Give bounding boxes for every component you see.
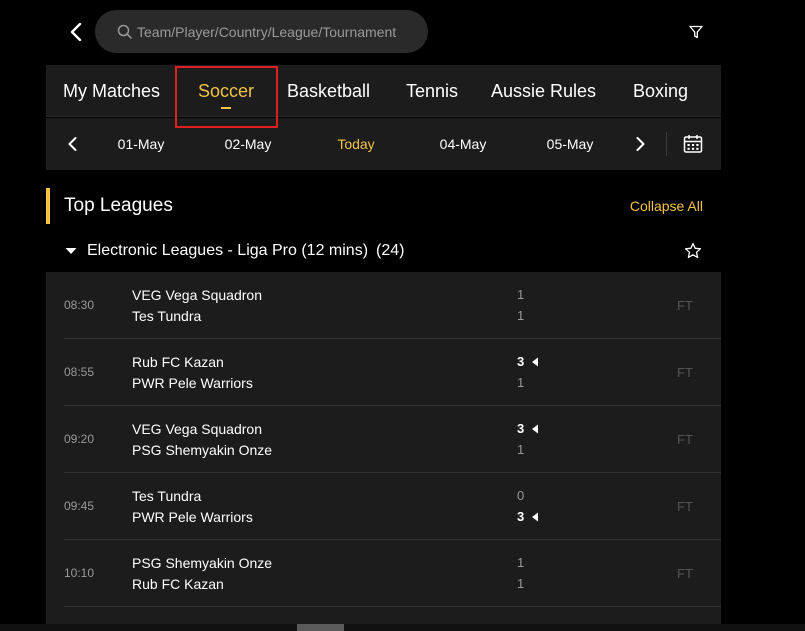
team-away: PWR Pele Warriors — [132, 509, 253, 525]
chevron-right-icon — [636, 137, 644, 151]
tab-my-matches[interactable]: My Matches — [63, 65, 160, 117]
active-tab-indicator — [221, 107, 232, 109]
date-item[interactable]: 05-May — [535, 118, 605, 170]
match-status: FT — [677, 432, 693, 447]
tab-tennis[interactable]: Tennis — [406, 65, 458, 117]
tab-basketball[interactable]: Basketball — [287, 65, 370, 117]
back-button[interactable] — [64, 18, 88, 46]
match-row[interactable]: 09:20 VEG Vega Squadron PSG Shemyakin On… — [46, 406, 721, 473]
league-match-count: (24) — [376, 242, 405, 259]
page: My Matches Soccer Basketball Tennis Auss… — [0, 0, 805, 631]
calendar-icon — [683, 135, 703, 153]
date-next-button[interactable] — [629, 132, 651, 156]
match-row[interactable]: 08:30 VEG Vega Squadron Tes Tundra 1 1 F… — [46, 272, 721, 339]
scrollbar-thumb[interactable] — [297, 624, 344, 631]
tab-boxing[interactable]: Boxing — [633, 65, 688, 117]
score-home: 3 — [517, 421, 525, 436]
collapse-all-link[interactable]: Collapse All — [630, 198, 703, 214]
team-away: PWR Pele Warriors — [132, 375, 253, 391]
match-time: 08:55 — [64, 365, 95, 379]
match-status: FT — [677, 499, 693, 514]
date-item[interactable]: 01-May — [106, 118, 176, 170]
main-panel: My Matches Soccer Basketball Tennis Auss… — [46, 65, 721, 631]
league-header[interactable]: Electronic Leagues - Liga Pro (12 mins) (… — [46, 233, 721, 271]
score-away: 3 — [517, 509, 525, 524]
score-away: 1 — [517, 308, 525, 323]
team-home: VEG Vega Squadron — [132, 421, 262, 437]
match-status: FT — [677, 566, 693, 581]
score-home: 1 — [517, 287, 525, 302]
team-home: PSG Shemyakin Onze — [132, 555, 273, 571]
match-list: 08:30 VEG Vega Squadron Tes Tundra 1 1 F… — [46, 272, 721, 631]
date-prev-button[interactable] — [61, 132, 83, 156]
filter-icon — [689, 25, 703, 39]
search-icon — [117, 24, 132, 39]
score-home: 3 — [517, 354, 525, 369]
score-home: 1 — [517, 555, 525, 570]
match-row[interactable]: 10:10 PSG Shemyakin Onze Rub FC Kazan 1 … — [46, 540, 721, 607]
caret-down-icon — [65, 248, 77, 254]
match-row[interactable]: 08:55 Rub FC Kazan PWR Pele Warriors 3 1… — [46, 339, 721, 406]
score-home: 0 — [517, 488, 525, 503]
tab-soccer-label: Soccer — [198, 81, 255, 101]
tab-aussie-rules[interactable]: Aussie Rules — [491, 65, 596, 117]
winner-marker-icon — [532, 512, 538, 522]
calendar-button[interactable] — [682, 133, 704, 155]
chevron-left-icon — [70, 23, 82, 41]
horizontal-scrollbar[interactable] — [0, 624, 805, 631]
chevron-left-icon — [68, 137, 76, 151]
league-title: Electronic Leagues - Liga Pro (12 mins) — [87, 242, 369, 259]
score-away: 1 — [517, 576, 525, 591]
top-leagues-title: Top Leagues — [64, 195, 173, 216]
team-away: PSG Shemyakin Onze — [132, 442, 273, 458]
winner-marker-icon — [532, 424, 538, 434]
sport-tabs: My Matches Soccer Basketball Tennis Auss… — [46, 65, 721, 117]
date-item-today[interactable]: Today — [321, 118, 391, 170]
row-divider — [64, 606, 721, 607]
section-accent-bar — [46, 188, 50, 224]
top-bar — [0, 0, 805, 64]
match-time: 09:45 — [64, 499, 95, 513]
match-time: 10:10 — [64, 566, 95, 580]
match-row[interactable]: 09:45 Tes Tundra PWR Pele Warriors 0 3 F… — [46, 473, 721, 540]
date-item[interactable]: 02-May — [213, 118, 283, 170]
team-away: Rub FC Kazan — [132, 576, 224, 592]
search-input[interactable] — [137, 23, 427, 40]
date-item[interactable]: 04-May — [428, 118, 498, 170]
search-box[interactable] — [95, 10, 428, 53]
top-leagues-header: Top Leagues Collapse All — [46, 187, 721, 225]
team-away: Tes Tundra — [132, 308, 202, 324]
date-bar: 01-May 02-May Today 04-May 05-May — [46, 118, 721, 170]
filter-button[interactable] — [684, 20, 708, 44]
star-icon[interactable] — [684, 242, 702, 260]
match-status: FT — [677, 365, 693, 380]
league-name: Electronic Leagues - Liga Pro (12 mins) (… — [87, 242, 404, 260]
score-away: 1 — [517, 442, 525, 457]
match-time: 08:30 — [64, 298, 95, 312]
match-time: 09:20 — [64, 432, 95, 446]
score-away: 1 — [517, 375, 525, 390]
team-home: VEG Vega Squadron — [132, 287, 262, 303]
winner-marker-icon — [532, 357, 538, 367]
tab-soccer[interactable]: Soccer — [198, 65, 254, 117]
team-home: Tes Tundra — [132, 488, 202, 504]
team-home: Rub FC Kazan — [132, 354, 224, 370]
match-status: FT — [677, 298, 693, 313]
date-divider — [666, 132, 667, 156]
